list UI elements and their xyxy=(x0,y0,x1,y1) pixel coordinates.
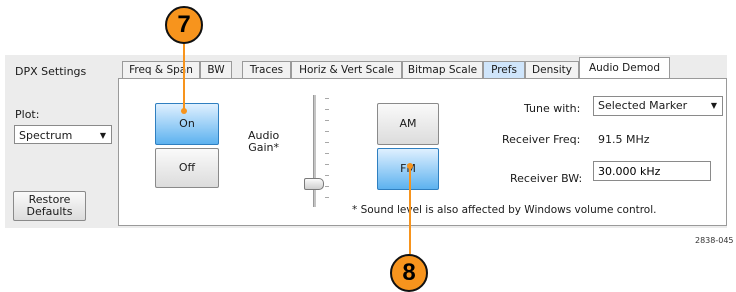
chevron-down-icon: ▼ xyxy=(710,101,717,110)
fm-button[interactable]: FM xyxy=(377,148,439,190)
slider-tick xyxy=(325,153,329,154)
slider-tick xyxy=(325,186,329,187)
plot-label: Plot: xyxy=(15,108,40,121)
callout-8-badge: 8 xyxy=(390,254,428,292)
receiver-freq-value: 91.5 MHz xyxy=(598,133,650,146)
slider-tick xyxy=(325,131,329,132)
receiver-freq-label: Receiver Freq: xyxy=(502,133,581,146)
tune-with-label: Tune with: xyxy=(524,102,581,115)
tab-bitmap-scale[interactable]: Bitmap Scale xyxy=(402,61,483,79)
slider-tick xyxy=(325,197,329,198)
slider-tick xyxy=(325,98,329,99)
audio-on-button[interactable]: On xyxy=(155,103,219,145)
slider-tick xyxy=(325,109,329,110)
slider-tick xyxy=(325,142,329,143)
audio-gain-label-line2: Gain* xyxy=(248,141,280,154)
callout-7-pointer-dot xyxy=(181,108,187,114)
tab-audio-demod[interactable]: Audio Demod xyxy=(579,57,670,79)
am-button[interactable]: AM xyxy=(377,103,439,145)
chevron-down-icon: ▼ xyxy=(99,131,106,140)
slider-tick xyxy=(325,175,329,176)
tab-bw[interactable]: BW xyxy=(200,61,232,79)
panel-title: DPX Settings xyxy=(15,65,87,78)
tab-freq-span[interactable]: Freq & Span xyxy=(122,61,200,79)
callout-8-leader-line xyxy=(409,166,411,254)
sound-level-note: * Sound level is also affected by Window… xyxy=(352,204,657,216)
callout-7-badge: 7 xyxy=(165,6,203,44)
figure-id: 2838-045 xyxy=(695,236,734,245)
plot-dropdown[interactable]: Spectrum ▼ xyxy=(14,125,112,144)
audio-off-button[interactable]: Off xyxy=(155,148,219,188)
audio-gain-label: Audio Gain* xyxy=(248,130,279,154)
audio-gain-slider-handle[interactable] xyxy=(304,178,324,190)
audio-gain-slider-track[interactable] xyxy=(313,95,316,207)
restore-defaults-button[interactable]: Restore Defaults xyxy=(13,191,86,221)
slider-tick xyxy=(325,164,329,165)
slider-tick xyxy=(325,120,329,121)
tab-traces[interactable]: Traces xyxy=(242,61,291,79)
restore-defaults-line2: Defaults xyxy=(26,205,73,218)
callout-8-pointer-dot xyxy=(407,163,413,169)
receiver-bw-input[interactable] xyxy=(593,161,711,181)
tab-prefs[interactable]: Prefs xyxy=(483,61,525,79)
callout-7-leader-line xyxy=(183,44,185,110)
tune-with-dropdown-value: Selected Marker xyxy=(598,99,688,112)
tab-horiz-vert-scale[interactable]: Horiz & Vert Scale xyxy=(291,61,402,79)
tab-density[interactable]: Density xyxy=(525,61,579,79)
tune-with-dropdown[interactable]: Selected Marker ▼ xyxy=(593,96,723,116)
receiver-bw-label: Receiver BW: xyxy=(510,172,583,185)
plot-dropdown-value: Spectrum xyxy=(19,129,73,142)
